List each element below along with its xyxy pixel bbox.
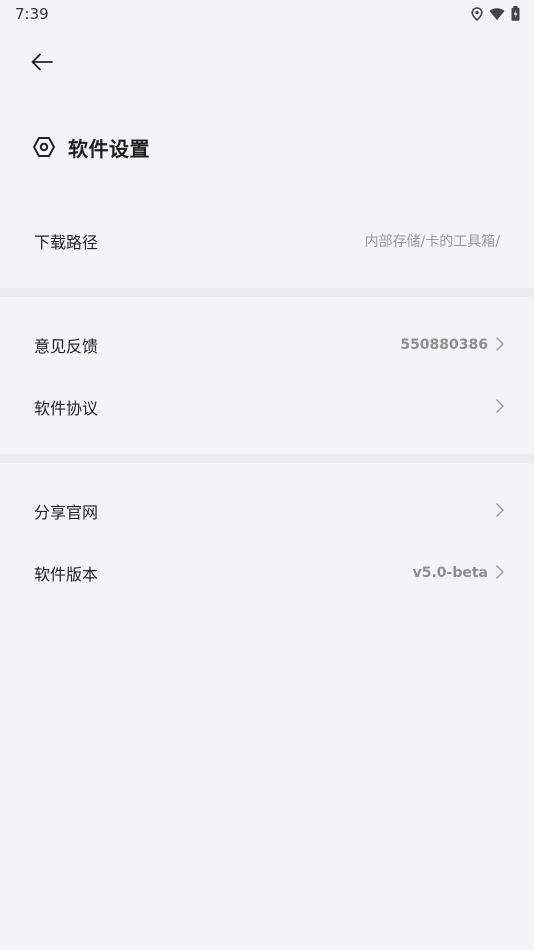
hexagon-gear-icon [32, 135, 56, 159]
chevron-right-icon [496, 336, 504, 355]
agreement-row[interactable]: 软件协议 [0, 382, 534, 432]
download-path-value: 内部存储/卡的工具箱/ [364, 234, 500, 250]
section-divider-2 [0, 454, 534, 463]
agreement-right [488, 398, 504, 417]
share-label: 分享官网 [34, 503, 99, 522]
agreement-label: 软件协议 [34, 399, 99, 418]
feedback-right: 550880386 [400, 336, 504, 355]
settings-screen: 7:39 软件设置 下载路径 内部存储/卡的工具箱/ 意见反馈 55088038… [0, 0, 534, 950]
back-button[interactable] [26, 48, 58, 80]
status-bar: 7:39 [0, 0, 534, 28]
feedback-value: 550880386 [400, 337, 488, 353]
page-title: 软件设置 [68, 136, 150, 161]
download-path-label: 下载路径 [34, 233, 99, 252]
page-title-row: 软件设置 [32, 132, 150, 162]
version-row[interactable]: 软件版本 v5.0-beta [0, 548, 534, 598]
feedback-label: 意见反馈 [34, 337, 99, 356]
version-label: 软件版本 [34, 565, 99, 584]
download-path-row[interactable]: 下载路径 内部存储/卡的工具箱/ [0, 216, 534, 266]
version-right: v5.0-beta [413, 564, 504, 583]
section-divider-1 [0, 288, 534, 297]
chevron-right-icon [496, 398, 504, 417]
share-right [488, 502, 504, 521]
arrow-left-icon [31, 53, 53, 75]
version-value: v5.0-beta [412, 565, 488, 581]
wifi-icon [489, 7, 505, 21]
status-icons [471, 6, 520, 21]
share-row[interactable]: 分享官网 [0, 486, 534, 536]
chevron-right-icon [496, 564, 504, 583]
status-time: 7:39 [15, 5, 49, 23]
chevron-right-icon [496, 502, 504, 521]
download-path-right: 内部存储/卡的工具箱/ [365, 231, 500, 251]
feedback-row[interactable]: 意见反馈 550880386 [0, 320, 534, 370]
battery-icon [511, 6, 520, 21]
location-icon [471, 6, 483, 21]
